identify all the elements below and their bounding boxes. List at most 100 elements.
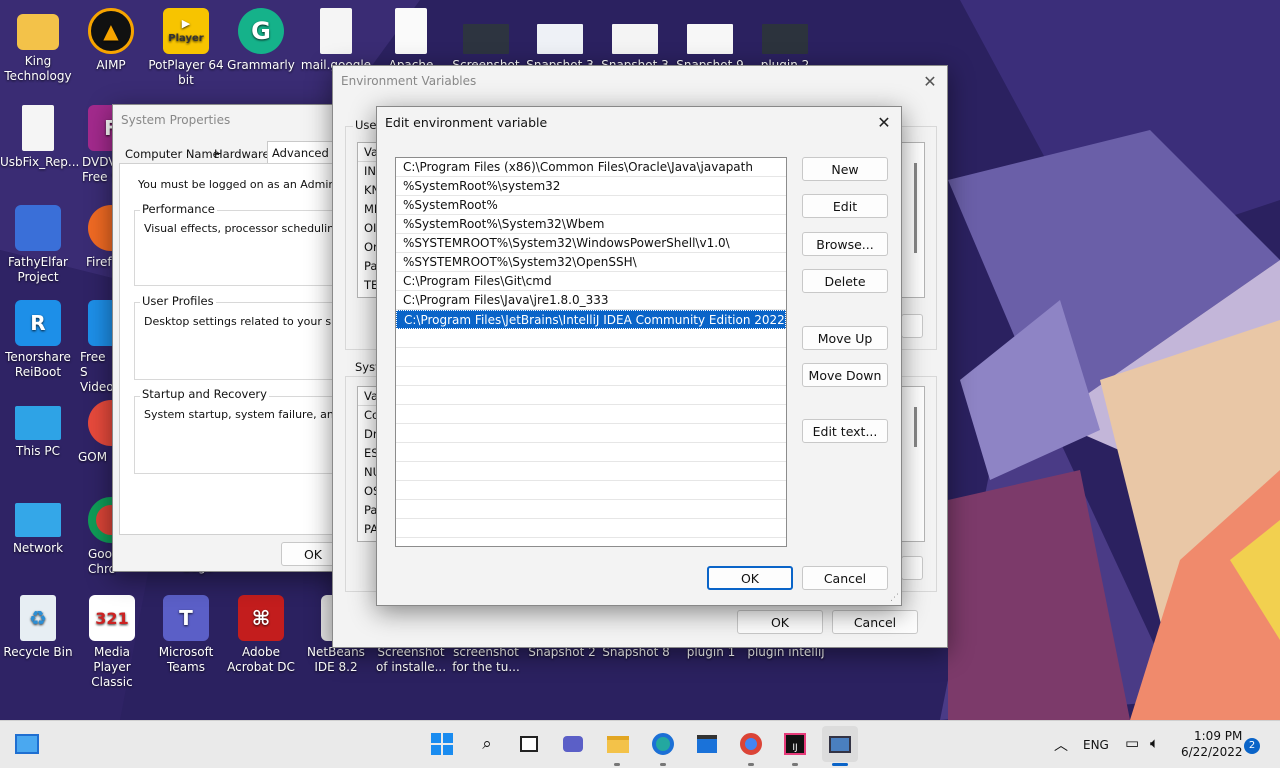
desktop-icon-reiboot[interactable]: R Tenorshare ReiBoot <box>0 300 76 380</box>
project-icon <box>15 205 61 251</box>
new-button[interactable]: New <box>802 157 888 181</box>
close-icon[interactable]: ✕ <box>873 111 895 133</box>
task-view-icon[interactable] <box>516 731 542 757</box>
tab-computer-name[interactable]: Computer Name <box>121 143 224 165</box>
edit-cancel-button[interactable]: Cancel <box>802 566 888 590</box>
clock-time[interactable]: 1:09 PM <box>1194 729 1242 743</box>
system-properties-taskbar-icon[interactable] <box>822 726 858 762</box>
path-entry[interactable]: C:\Program Files\Java\jre1.8.0_333 <box>396 291 786 310</box>
widgets-icon[interactable] <box>14 731 40 757</box>
desktop-icon-snapshot-9[interactable]: Snapshot 9 <box>672 8 748 73</box>
desktop-icon-mail-google[interactable]: mail.google <box>298 8 374 73</box>
desktop-icon-snapshot-3a[interactable]: Snapshot 3 <box>522 8 598 73</box>
delete-button[interactable]: Delete <box>802 269 888 293</box>
path-entry[interactable]: %SYSTEMROOT%\System32\OpenSSH\ <box>396 253 786 272</box>
desktop-icon-this-pc[interactable]: This PC <box>0 400 76 459</box>
performance-label: Performance <box>140 202 217 216</box>
desktop-icon-plugin-2[interactable]: plugin 2 <box>747 8 823 73</box>
desktop-icon-media-player-classic[interactable]: 321 Media Player Classic <box>74 595 150 690</box>
env-cancel-button[interactable]: Cancel <box>832 610 918 634</box>
path-entry-selected[interactable]: C:\Program Files\JetBrains\IntelliJ IDEA… <box>396 310 786 329</box>
folder-icon <box>17 14 59 50</box>
resize-grip-icon[interactable]: ⋰ <box>890 593 899 603</box>
path-entries-list[interactable]: C:\Program Files (x86)\Common Files\Orac… <box>395 157 787 547</box>
path-entry[interactable]: C:\Program Files\Git\cmd <box>396 272 786 291</box>
desktop-icon-king-technology[interactable]: King Technology <box>0 8 76 84</box>
edge-icon[interactable] <box>650 731 676 757</box>
desktop-icon-aimp[interactable]: ▲ AIMP <box>73 8 149 73</box>
empty-row[interactable] <box>396 386 786 405</box>
path-entry[interactable]: %SYSTEMROOT%\System32\WindowsPowerShell\… <box>396 234 786 253</box>
notification-badge[interactable]: 2 <box>1244 738 1260 754</box>
path-entry[interactable]: %SystemRoot%\system32 <box>396 177 786 196</box>
file-explorer-icon[interactable] <box>605 731 631 757</box>
running-indicator <box>748 763 754 766</box>
language-indicator[interactable]: ENG <box>1083 738 1109 752</box>
system-properties-window: System Properties Computer Name Hardware… <box>112 104 372 572</box>
empty-row[interactable] <box>396 481 786 500</box>
system-list-right-edge <box>901 386 925 542</box>
path-entry[interactable]: C:\Program Files (x86)\Common Files\Orac… <box>396 158 786 177</box>
volume-icon[interactable]: 🔈︎ <box>1150 734 1159 752</box>
edit-environment-variable-dialog: Edit environment variable ✕ C:\Program F… <box>376 106 902 606</box>
edit-ok-button[interactable]: OK <box>707 566 793 590</box>
tab-advanced[interactable]: Advanced <box>267 141 334 163</box>
path-entry[interactable]: %SystemRoot% <box>396 196 786 215</box>
chevron-up-icon[interactable]: ︿ <box>1054 735 1068 755</box>
running-indicator <box>660 763 666 766</box>
image-thumbnail-icon <box>537 24 583 54</box>
desktop-icon-teams[interactable]: T Microsoft Teams <box>148 595 224 675</box>
chrome-icon[interactable] <box>738 731 764 757</box>
edit-text-button[interactable]: Edit text... <box>802 419 888 443</box>
desktop-icon-potplayer[interactable]: ▶ Player PotPlayer 64 bit <box>148 8 224 88</box>
move-up-button[interactable]: Move Up <box>802 326 888 350</box>
empty-row[interactable] <box>396 443 786 462</box>
desktop-icon-snapshot-3b[interactable]: Snapshot 3 <box>597 8 673 73</box>
scrollbar[interactable] <box>914 407 917 447</box>
empty-row[interactable] <box>396 424 786 443</box>
system-delete-button-edge[interactable] <box>901 556 923 580</box>
empty-row[interactable] <box>396 519 786 538</box>
empty-row[interactable] <box>396 348 786 367</box>
move-down-button[interactable]: Move Down <box>802 363 888 387</box>
environment-variables-titlebar: Environment Variables <box>333 66 947 96</box>
empty-row[interactable] <box>396 329 786 348</box>
desktop-icon-screenshot-installer[interactable]: Screenshot of installe... <box>373 645 449 675</box>
intellij-icon[interactable]: IJ <box>782 731 808 757</box>
network-icon <box>15 503 61 537</box>
tab-hardware[interactable]: Hardware <box>210 143 274 165</box>
user-delete-button-edge[interactable] <box>901 314 923 338</box>
desktop-icon-fathyelfar[interactable]: FathyElfar Project <box>0 205 76 285</box>
empty-row[interactable] <box>396 367 786 386</box>
store-icon[interactable] <box>694 731 720 757</box>
empty-row[interactable] <box>396 462 786 481</box>
desktop-icon-acrobat[interactable]: ⌘ Adobe Acrobat DC <box>223 595 299 675</box>
desktop-icon-screenshot-tutorial[interactable]: screenshot for the tu... <box>448 645 524 675</box>
desktop-icon-usbfix[interactable]: UsbFix_Rep... <box>0 105 79 170</box>
document-icon <box>395 8 427 54</box>
user-list-right-edge <box>901 142 925 298</box>
user-profiles-label: User Profiles <box>140 294 216 308</box>
potplayer-icon: ▶ Player <box>163 8 209 54</box>
chat-icon[interactable] <box>560 731 586 757</box>
desktop-icon-gom[interactable]: GOM <box>78 400 116 465</box>
start-icon[interactable] <box>429 731 455 757</box>
network-status-icon[interactable]: ▭ <box>1125 734 1139 752</box>
edit-button[interactable]: Edit <box>802 194 888 218</box>
close-icon[interactable]: ✕ <box>919 70 941 92</box>
desktop-icon-screenshot[interactable]: Screenshot <box>448 8 524 73</box>
desktop-icon-free-video[interactable]: Free S Video <box>80 300 116 395</box>
desktop-icon-grammarly[interactable]: G Grammarly <box>223 8 299 73</box>
scrollbar[interactable] <box>914 163 917 253</box>
path-entry[interactable]: %SystemRoot%\System32\Wbem <box>396 215 786 234</box>
empty-row[interactable] <box>396 405 786 424</box>
search-icon[interactable]: ⌕ <box>474 731 500 757</box>
env-ok-button[interactable]: OK <box>737 610 823 634</box>
empty-row[interactable] <box>396 500 786 519</box>
desktop-icon-network[interactable]: Network <box>0 497 76 556</box>
running-indicator <box>792 763 798 766</box>
desktop-icon-recycle-bin[interactable]: ♻ Recycle Bin <box>0 595 76 660</box>
clock-date[interactable]: 6/22/2022 <box>1181 745 1243 759</box>
desktop-icon-apache[interactable]: Apache <box>373 8 449 73</box>
browse-button[interactable]: Browse... <box>802 232 888 256</box>
